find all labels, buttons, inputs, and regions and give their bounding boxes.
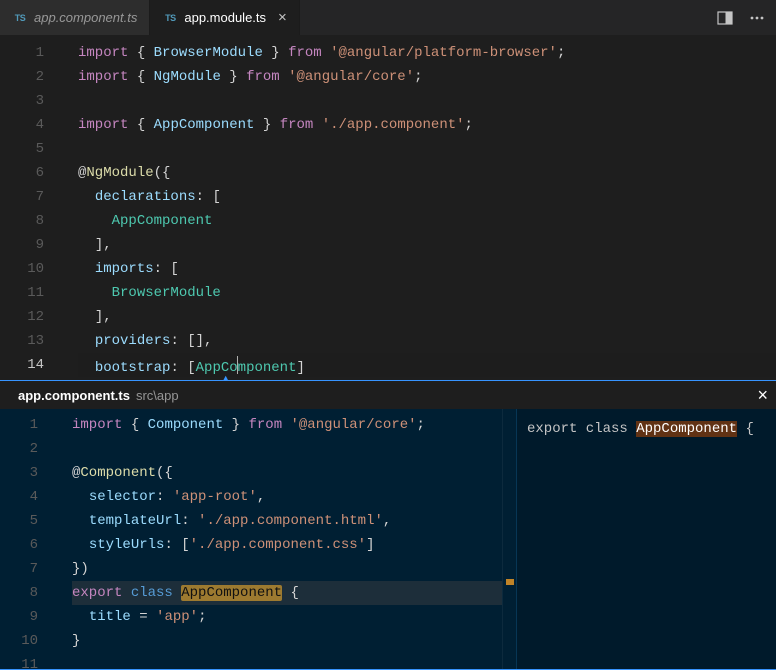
close-icon[interactable]: × bbox=[757, 385, 768, 406]
peek-view: app.component.ts src\app × 1 2 3 4 5 6 7… bbox=[0, 380, 776, 670]
code-area[interactable]: import { BrowserModule } from '@angular/… bbox=[62, 35, 776, 380]
peek-subtitle: src\app bbox=[136, 388, 179, 403]
peek-scrollbar[interactable] bbox=[502, 409, 516, 669]
tab-app-module[interactable]: TS app.module.ts × bbox=[150, 0, 299, 35]
peek-references-list[interactable]: export class AppComponent { bbox=[516, 409, 776, 669]
tab-app-component[interactable]: TS app.component.ts bbox=[0, 0, 150, 35]
tab-label: app.component.ts bbox=[34, 10, 137, 25]
tabs-bar: TS app.component.ts TS app.module.ts × bbox=[0, 0, 776, 35]
tab-actions bbox=[706, 0, 776, 35]
line-number-gutter: 1 2 3 4 5 6 7 8 9 10 11 12 13 14 bbox=[0, 35, 62, 380]
more-icon[interactable] bbox=[748, 9, 766, 27]
peek-line-number-gutter: 1 2 3 4 5 6 7 8 9 10 11 bbox=[0, 409, 56, 669]
peek-caret-indicator-icon: ▲ bbox=[223, 377, 228, 380]
peek-code-area[interactable]: import { Component } from '@angular/core… bbox=[56, 409, 502, 669]
reference-item[interactable]: export class AppComponent { bbox=[527, 415, 766, 443]
tab-label: app.module.ts bbox=[184, 10, 266, 25]
text-cursor bbox=[237, 356, 238, 374]
peek-title: app.component.ts bbox=[18, 388, 130, 403]
typescript-file-icon: TS bbox=[162, 10, 178, 26]
typescript-file-icon: TS bbox=[12, 10, 28, 26]
close-icon[interactable]: × bbox=[278, 10, 287, 25]
editor-app-module[interactable]: 1 2 3 4 5 6 7 8 9 10 11 12 13 14 import … bbox=[0, 35, 776, 380]
symbol-highlight: AppComponent bbox=[181, 585, 282, 601]
peek-header: app.component.ts src\app × bbox=[0, 381, 776, 409]
split-editor-icon[interactable] bbox=[716, 9, 734, 27]
